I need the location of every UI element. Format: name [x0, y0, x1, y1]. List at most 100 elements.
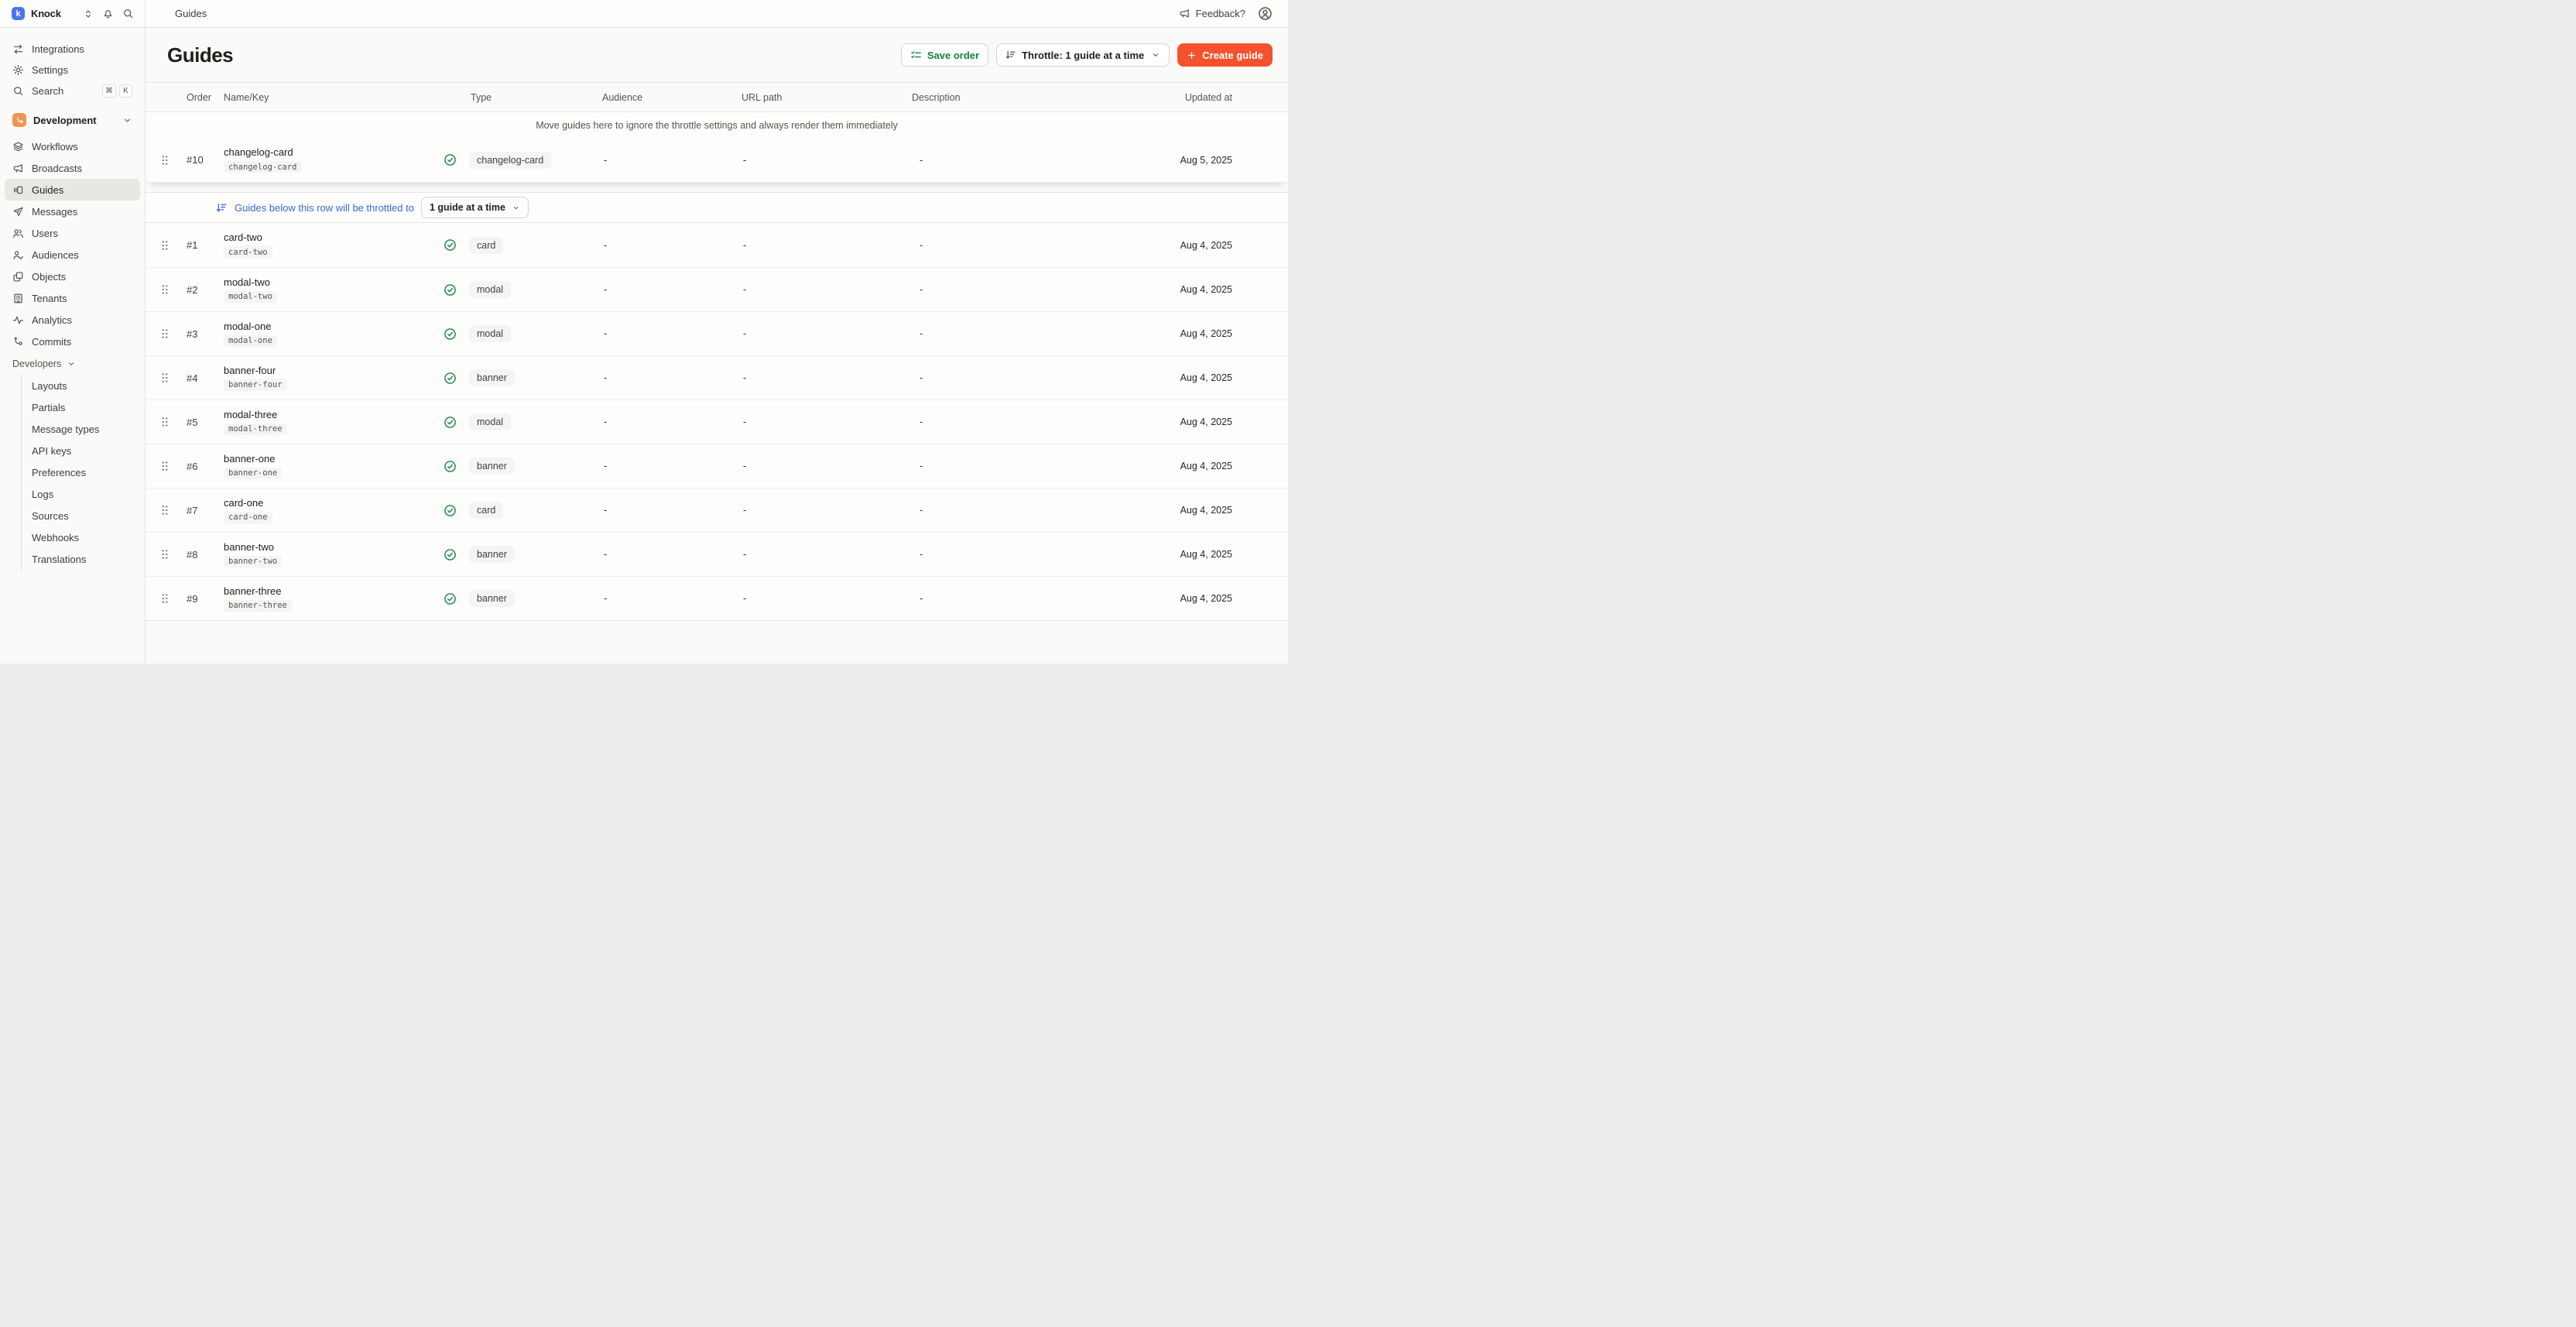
table-row[interactable]: #6 banner-one banner-one banner - - - Au…	[146, 444, 1288, 488]
sidebar-item-label: Broadcasts	[32, 163, 82, 174]
page-title: Guides	[167, 43, 233, 67]
guide-url-path: -	[734, 461, 904, 471]
sidebar-item-messages[interactable]: Messages	[5, 201, 140, 222]
guide-key-badge: card-two	[224, 246, 272, 258]
guide-name[interactable]: changelog-card	[224, 146, 437, 158]
column-type: Type	[463, 92, 594, 103]
drag-handle-icon[interactable]	[161, 593, 169, 604]
guide-description: -	[904, 461, 1084, 471]
sidebar-subitem[interactable]: Layouts	[22, 375, 145, 396]
guide-updated-at: Aug 4, 2025	[1084, 240, 1288, 251]
guide-name[interactable]: modal-two	[224, 276, 437, 288]
sidebar-item-workflows[interactable]: Workflows	[5, 135, 140, 157]
guide-type-badge: modal	[469, 325, 511, 342]
guide-name[interactable]: modal-one	[224, 321, 437, 332]
table-row[interactable]: #7 card-one card-one card - - - Aug 4, 2…	[146, 488, 1288, 532]
guide-name[interactable]: card-one	[224, 497, 437, 509]
sidebar-item-label: Tenants	[32, 293, 67, 304]
guide-name[interactable]: banner-four	[224, 365, 437, 376]
page-header: Guides Save order Throttle: 1 guide at a…	[146, 28, 1288, 82]
user-avatar-icon[interactable]	[1258, 6, 1273, 21]
copy-icon	[12, 271, 24, 283]
drag-handle-icon[interactable]	[161, 417, 169, 427]
table-row[interactable]: #2 modal-two modal-two modal - - - Aug 4…	[146, 267, 1288, 311]
sidebar-item-label: Workflows	[32, 141, 78, 153]
sidebar-item-users[interactable]: Users	[5, 222, 140, 244]
sidebar-subitem[interactable]: Logs	[22, 483, 145, 505]
guide-audience: -	[594, 417, 734, 427]
sidebar-subitem[interactable]: Webhooks	[22, 526, 145, 548]
guide-key-badge: banner-three	[224, 600, 292, 612]
status-active-icon	[444, 283, 457, 297]
table-row[interactable]: #10 changelog-card changelog-card change…	[146, 138, 1288, 182]
guide-key-badge: modal-two	[224, 291, 277, 303]
drag-handle-icon[interactable]	[161, 155, 169, 166]
status-active-icon	[444, 238, 457, 252]
guide-type-badge: changelog-card	[469, 152, 551, 169]
guide-name[interactable]: banner-three	[224, 585, 437, 597]
throttle-amount-select[interactable]: 1 guide at a time	[421, 197, 529, 218]
sidebar-header: k Knock	[0, 0, 145, 28]
developers-section-toggle[interactable]: Developers	[0, 354, 145, 374]
guide-name[interactable]: banner-two	[224, 541, 437, 553]
drag-handle-icon[interactable]	[161, 284, 169, 295]
sidebar-subitem[interactable]: Message types	[22, 418, 145, 440]
drag-handle-icon[interactable]	[161, 549, 169, 560]
sidebar-item-broadcasts[interactable]: Broadcasts	[5, 157, 140, 179]
column-updated-at: Updated at	[1084, 92, 1288, 103]
search-icon[interactable]	[122, 8, 134, 19]
sidebar-item-label: Messages	[32, 206, 77, 218]
sidebar-item-analytics[interactable]: Analytics	[5, 309, 140, 331]
guide-audience: -	[594, 328, 734, 339]
table-row[interactable]: #8 banner-two banner-two banner - - - Au…	[146, 532, 1288, 576]
feedback-button[interactable]: Feedback?	[1179, 8, 1245, 19]
create-guide-button[interactable]: Create guide	[1177, 43, 1273, 67]
sidebar-subitem[interactable]: Sources	[22, 505, 145, 526]
sidebar-subitem[interactable]: API keys	[22, 440, 145, 461]
save-order-button[interactable]: Save order	[901, 43, 988, 67]
guide-updated-at: Aug 4, 2025	[1084, 505, 1288, 516]
status-active-icon	[444, 592, 457, 605]
workspace-switcher-icon[interactable]	[83, 9, 94, 19]
sidebar-item-integrations[interactable]: Integrations	[5, 39, 140, 60]
guide-description: -	[904, 328, 1084, 339]
table-row[interactable]: #5 modal-three modal-three modal - - - A…	[146, 399, 1288, 444]
environment-switcher[interactable]: Development	[0, 109, 145, 131]
sidebar-nav: Integrations Settings Search ⌘ K	[0, 28, 145, 571]
guide-order: #9	[181, 593, 220, 605]
sidebar-item-settings[interactable]: Settings	[5, 60, 140, 81]
drag-handle-icon[interactable]	[161, 328, 169, 339]
table-row[interactable]: #9 banner-three banner-three banner - - …	[146, 576, 1288, 620]
sidebar-item-tenants[interactable]: Tenants	[5, 287, 140, 309]
megaphone-icon	[12, 163, 24, 174]
sidebar-subitem[interactable]: Preferences	[22, 461, 145, 483]
guide-name[interactable]: modal-three	[224, 409, 437, 420]
activity-icon	[12, 314, 24, 326]
guide-name[interactable]: card-two	[224, 231, 437, 243]
column-description: Description	[904, 92, 1084, 103]
table-row[interactable]: #3 modal-one modal-one modal - - - Aug 4…	[146, 311, 1288, 355]
guide-type-badge: banner	[469, 458, 515, 475]
throttle-select-value: Throttle: 1 guide at a time	[1022, 50, 1144, 61]
sidebar-subitem[interactable]: Translations	[22, 548, 145, 570]
sidebar-item-objects[interactable]: Objects	[5, 266, 140, 287]
drag-handle-icon[interactable]	[161, 372, 169, 383]
table-row[interactable]: #4 banner-four banner-four banner - - - …	[146, 355, 1288, 399]
workspace-name: Knock	[31, 8, 61, 19]
knock-logo[interactable]: k	[12, 7, 25, 20]
throttle-select[interactable]: Throttle: 1 guide at a time	[996, 43, 1170, 67]
guide-name[interactable]: banner-one	[224, 453, 437, 465]
drag-handle-icon[interactable]	[161, 461, 169, 471]
guide-description: -	[904, 155, 1084, 166]
sidebar-item-audiences[interactable]: Audiences	[5, 244, 140, 266]
guide-type-badge: banner	[469, 369, 515, 386]
bell-icon[interactable]	[102, 8, 114, 19]
table-row[interactable]: #1 card-two card-two card - - - Aug 4, 2…	[146, 223, 1288, 267]
drag-handle-icon[interactable]	[161, 505, 169, 516]
drag-handle-icon[interactable]	[161, 240, 169, 251]
sidebar-subitem[interactable]: Partials	[22, 396, 145, 418]
sidebar-item-commits[interactable]: Commits	[5, 331, 140, 352]
guide-updated-at: Aug 4, 2025	[1084, 549, 1288, 560]
sidebar-item-guides[interactable]: Guides	[5, 179, 140, 201]
sidebar-item-search[interactable]: Search ⌘ K	[5, 81, 140, 101]
